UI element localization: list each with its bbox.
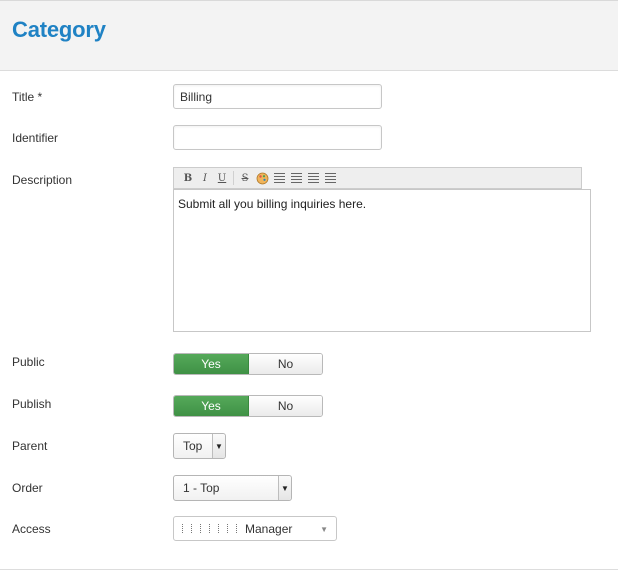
unordered-list-icon[interactable] [289,171,303,185]
page-header: Category [0,0,618,71]
description-editor[interactable]: Submit all you billing inquiries here. [173,189,591,332]
indent-icon[interactable] [323,171,337,185]
public-yes-button[interactable]: Yes [174,354,249,374]
parent-select-value: Top [183,439,203,453]
toolbar-divider [233,171,234,185]
indent-markers [182,524,237,533]
underline-icon[interactable]: U [215,171,229,185]
public-label: Public [12,355,45,369]
publish-yes-button[interactable]: Yes [174,396,249,416]
publish-label: Publish [12,397,52,411]
parent-select[interactable]: Top ▼ [173,433,226,459]
title-label: Title * [12,90,43,104]
italic-icon[interactable]: I [198,171,212,185]
color-palette-icon[interactable] [255,171,269,185]
public-toggle: Yes No [173,353,323,375]
parent-label: Parent [12,439,48,453]
chevron-down-icon: ▼ [278,476,291,500]
editor-toolbar: B I U S [173,167,582,189]
identifier-input[interactable] [173,125,382,150]
publish-toggle: Yes No [173,395,323,417]
page-title: Category [12,17,106,42]
strikethrough-icon[interactable]: S [238,171,252,185]
order-select[interactable]: 1 - Top ▼ [173,475,292,501]
description-label: Description [12,173,73,187]
bold-icon[interactable]: B [181,171,195,185]
outdent-icon[interactable] [306,171,320,185]
access-select[interactable]: Manager ▼ [173,516,337,541]
identifier-label: Identifier [12,131,59,145]
ordered-list-icon[interactable] [272,171,286,185]
publish-no-button[interactable]: No [249,396,322,416]
chevron-down-icon: ▼ [212,434,225,458]
chevron-down-icon: ▼ [320,525,328,534]
order-select-value: 1 - Top [183,481,220,495]
divider [0,569,618,570]
access-select-value: Manager [245,521,293,536]
access-label: Access [12,522,51,536]
order-label: Order [12,481,43,495]
public-no-button[interactable]: No [249,354,322,374]
title-input[interactable] [173,84,382,109]
